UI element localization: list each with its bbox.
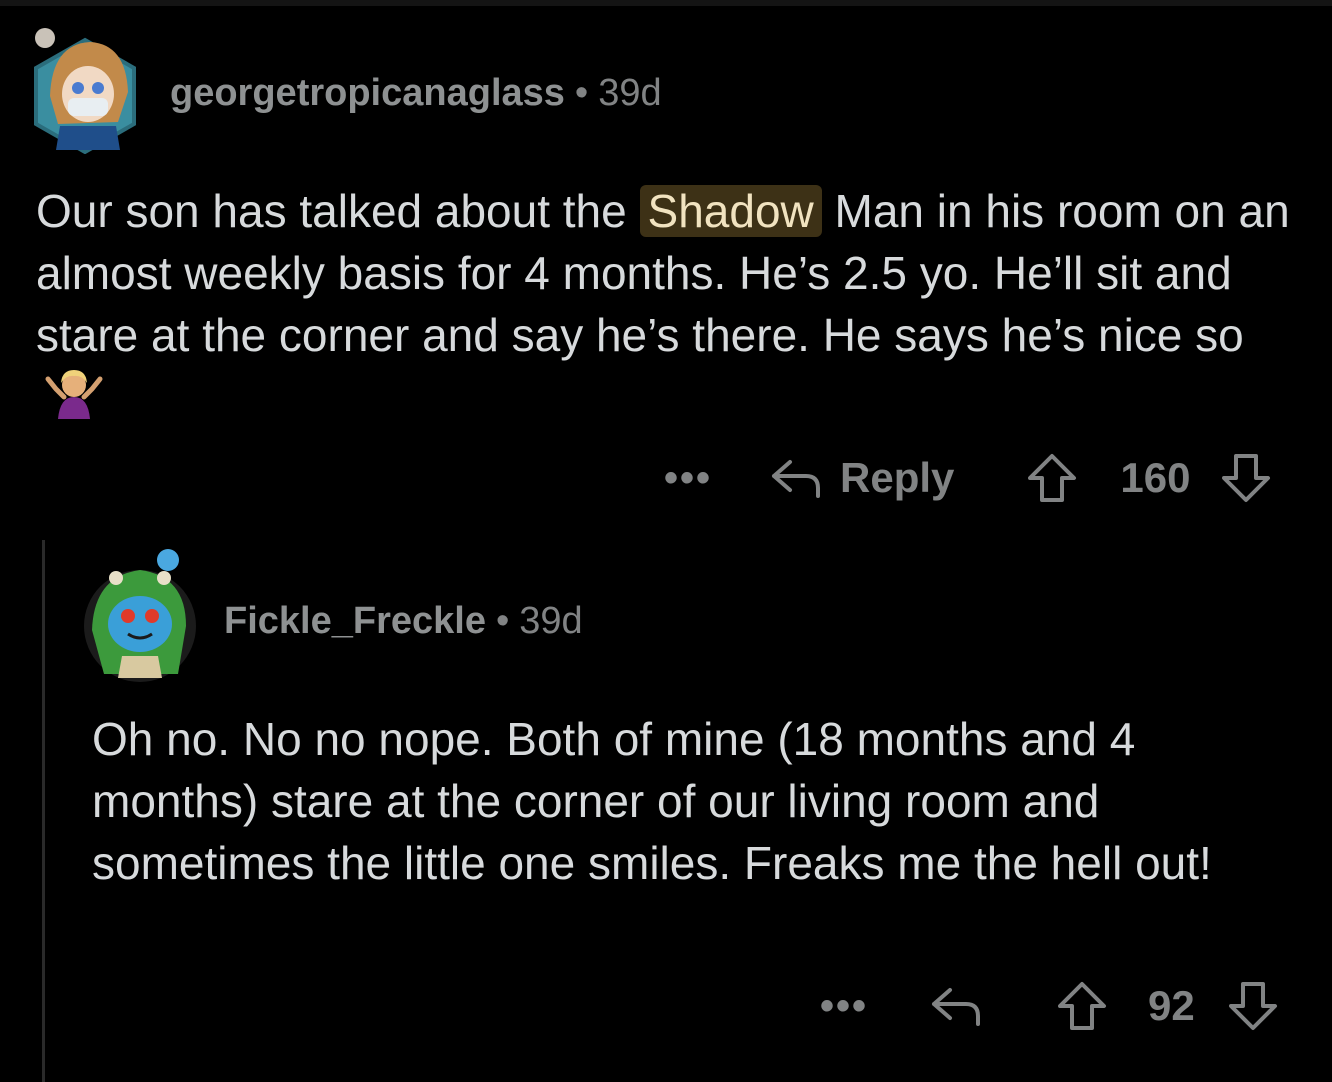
username[interactable]: georgetropicanaglass bbox=[170, 72, 565, 114]
upvote-arrow-icon bbox=[1028, 454, 1077, 502]
comment-age: 39d bbox=[598, 72, 662, 114]
comment-actions: ••• 92 bbox=[820, 976, 1294, 1036]
comment-body: Our son has talked about the Shadow Man … bbox=[36, 180, 1296, 434]
comment-meta: georgetropicanaglass • 39d bbox=[170, 72, 662, 115]
reply-arrow-icon bbox=[772, 460, 821, 498]
comment-age: 39d bbox=[519, 600, 583, 642]
downvote-button[interactable] bbox=[1220, 452, 1272, 504]
vote-score: 92 bbox=[1148, 982, 1195, 1029]
reply-button[interactable] bbox=[930, 984, 982, 1028]
reply-arrow-icon bbox=[932, 988, 981, 1026]
reply-label: Reply bbox=[840, 454, 955, 501]
avatar-image bbox=[84, 549, 196, 682]
comment-meta: Fickle_Freckle • 39d bbox=[224, 600, 583, 643]
comment-text: Oh no. No no nope. Both of mine (18 mont… bbox=[92, 713, 1212, 889]
downvote-arrow-icon bbox=[1228, 982, 1277, 1030]
more-options-button[interactable]: ••• bbox=[820, 984, 868, 1029]
user-avatar[interactable] bbox=[82, 546, 198, 682]
vote-score: 160 bbox=[1120, 454, 1191, 501]
meta-separator: • bbox=[574, 72, 589, 114]
meta-separator: • bbox=[495, 600, 510, 642]
downvote-button[interactable] bbox=[1227, 980, 1279, 1032]
top-divider bbox=[0, 0, 1332, 6]
comment-body: Oh no. No no nope. Both of mine (18 mont… bbox=[92, 708, 1302, 894]
user-avatar[interactable] bbox=[30, 26, 140, 155]
reply-button[interactable]: Reply bbox=[770, 454, 954, 502]
upvote-arrow-icon bbox=[1058, 982, 1107, 1030]
upvote-button[interactable] bbox=[1026, 452, 1078, 504]
person-shrugging-emoji bbox=[42, 367, 106, 434]
username[interactable]: Fickle_Freckle bbox=[224, 600, 486, 642]
downvote-arrow-icon bbox=[1222, 454, 1271, 502]
more-options-button[interactable]: ••• bbox=[664, 456, 712, 501]
comment-actions: ••• Reply 160 bbox=[664, 448, 1294, 508]
highlighted-term: Shadow bbox=[639, 185, 822, 237]
upvote-button[interactable] bbox=[1056, 980, 1108, 1032]
avatar-image bbox=[34, 28, 136, 155]
thread-collapse-line[interactable] bbox=[42, 540, 45, 1082]
comment-text: Our son has talked about the bbox=[36, 185, 640, 237]
